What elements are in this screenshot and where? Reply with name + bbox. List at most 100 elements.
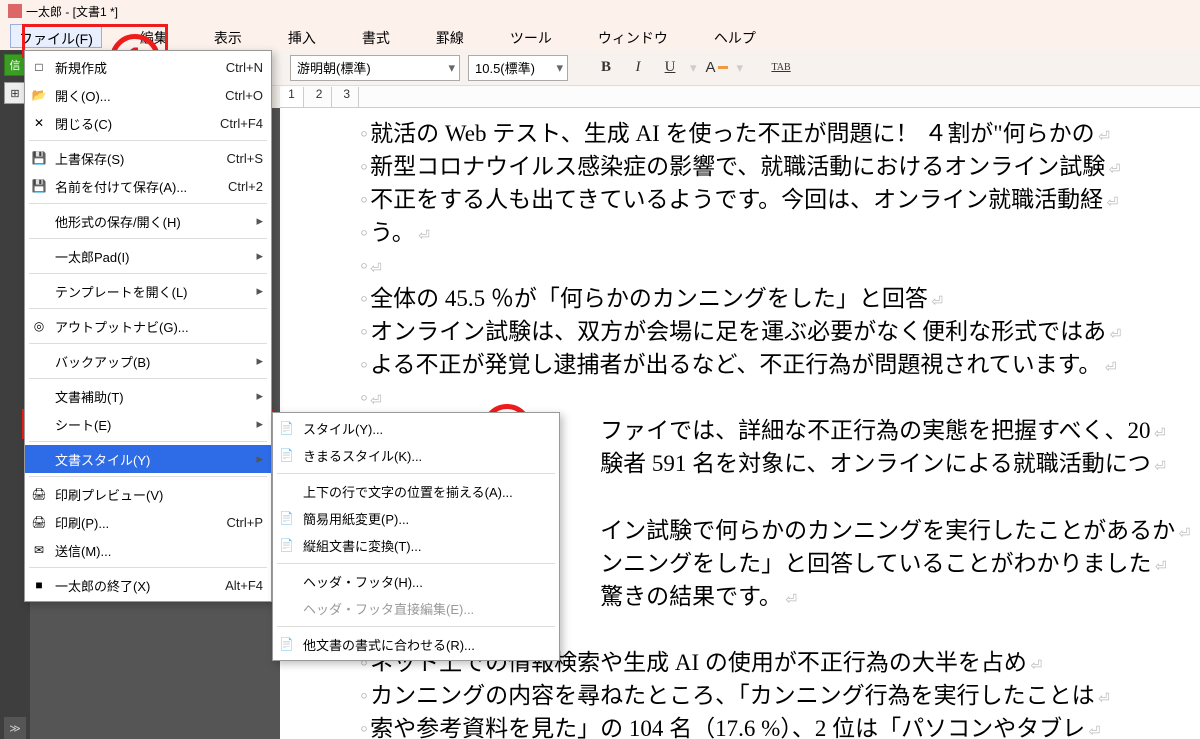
rail-insert-icon[interactable]: 信 [4, 54, 26, 76]
document-line: よる不正が発覚し逮捕者が出るなど、不正行為が問題視されています。 ⏎ [360, 349, 1190, 380]
menu-item-label: シート(E) [55, 415, 111, 434]
fontsize-combo[interactable]: 10.5(標準) [468, 55, 568, 81]
menu-item-icon: ◎ [31, 318, 47, 334]
menu-item-label: スタイル(Y)... [303, 419, 383, 438]
file-menu-item[interactable]: ✕閉じる(C)Ctrl+F4 [25, 109, 271, 137]
menu-item-label: 縦組文書に変換(T)... [303, 536, 421, 555]
document-line: オンライン試験は、双方が会場に足を運ぶ必要がなく便利な形式ではあ ⏎ [360, 316, 1190, 347]
menu-item-shortcut: Ctrl+P [227, 515, 263, 530]
document-line: 不正をする人も出てきているようです。今回は、オンライン就職活動経 ⏎ [360, 184, 1190, 215]
menu-item-icon: 💾 [31, 178, 47, 194]
menu-item-icon: 📄 [279, 538, 295, 554]
file-menu-item[interactable]: 文書スタイル(Y) ▸ [25, 445, 271, 473]
submenu-item[interactable]: 📄 スタイル(Y)... [273, 415, 559, 442]
file-menu-item[interactable]: 📂開く(O)...Ctrl+O [25, 81, 271, 109]
sheet-tab-2[interactable]: 2 [308, 87, 332, 107]
file-menu-item[interactable]: 💾 名前を付けて保存(A)... Ctrl+2 [25, 172, 271, 200]
file-menu-item[interactable]: ◎ アウトプットナビ(G)... [25, 312, 271, 340]
menu-item-icon: 🖨 [31, 486, 47, 502]
menu-view[interactable]: 表示 [206, 24, 250, 48]
tab-button[interactable]: TAB [769, 56, 793, 80]
submenu-item[interactable]: 📄きまるスタイル(K)... [273, 442, 559, 469]
title-bar: 一太郎 - [文書1 *] [0, 0, 1200, 22]
bold-button[interactable]: B [594, 56, 618, 80]
rail-view-icon[interactable]: ⊞ [4, 82, 26, 104]
italic-button[interactable]: I [626, 56, 650, 80]
document-line: ⏎ [360, 250, 1190, 281]
menu-item-label: 新規作成 [55, 58, 107, 77]
file-menu-item[interactable]: バックアップ(B) ▸ [25, 347, 271, 375]
menu-item-icon: ✉ [31, 542, 47, 558]
document-line: 全体の 45.5 ％が「何らかのカンニングをした」と回答 ⏎ [360, 283, 1190, 314]
document-line: カンニングの内容を尋ねたところ、「カンニング行為を実行したことは ⏎ [360, 680, 1190, 711]
menu-item-icon: 📄 [279, 421, 295, 437]
submenu-item[interactable]: ヘッダ・フッタ(H)... [273, 568, 559, 595]
menu-item-label: ヘッダ・フッタ直接編集(E)... [303, 599, 474, 618]
submenu-item[interactable]: 📄 縦組文書に変換(T)... [273, 532, 559, 559]
file-menu-item[interactable]: ✉ 送信(M)... [25, 536, 271, 564]
file-menu-item[interactable]: 文書補助(T) ▸ [25, 382, 271, 410]
file-menu-item[interactable]: 🖨 印刷(P)... Ctrl+P [25, 508, 271, 536]
submenu-arrow-icon: ▸ [256, 353, 263, 369]
window-title: 一太郎 - [文書1 *] [26, 3, 118, 20]
menu-item-label: 開く(O)... [55, 86, 111, 105]
menu-insert[interactable]: 挿入 [280, 24, 324, 48]
file-menu-item[interactable]: テンプレートを開く(L)▸ [25, 277, 271, 305]
submenu-item: ヘッダ・フッタ直接編集(E)... [273, 595, 559, 622]
submenu-arrow-icon: ▸ [256, 213, 263, 229]
menu-item-label: アウトプットナビ(G)... [55, 317, 189, 336]
menu-item-icon: 🖨 [31, 514, 47, 530]
sheet-tab-1[interactable]: 1 [280, 87, 304, 107]
menu-item-icon: 📄 [279, 637, 295, 653]
submenu-item[interactable]: 上下の行で文字の位置を揃える(A)... [273, 478, 559, 505]
menu-window[interactable]: ウィンドウ [590, 24, 676, 48]
menu-item-label: 一太郎Pad(I) [55, 247, 129, 266]
menu-item-label: 送信(M)... [55, 541, 111, 560]
file-menu-item[interactable]: □新規作成Ctrl+N [25, 53, 271, 81]
menu-item-label: テンプレートを開く(L) [55, 282, 188, 301]
menu-item-shortcut: Ctrl+2 [228, 179, 263, 194]
submenu-item[interactable]: 📄簡易用紙変更(P)... [273, 505, 559, 532]
menu-item-label: 印刷プレビュー(V) [55, 485, 163, 504]
menu-item-label: 閉じる(C) [55, 114, 112, 133]
document-style-submenu: 📄 スタイル(Y)... 📄きまるスタイル(K)... 上下の行で文字の位置を揃える(… [272, 412, 560, 661]
font-combo[interactable]: 游明朝(標準) [290, 55, 460, 81]
menu-item-icon: 📄 [279, 511, 295, 527]
file-menu-item[interactable]: 他形式の保存/開く(H) ▸ [25, 207, 271, 235]
sheet-tab-3[interactable]: 3 [335, 87, 359, 107]
submenu-arrow-icon: ▸ [256, 451, 263, 467]
app-icon [8, 4, 22, 18]
rail-expand-icon[interactable]: ≫ [4, 717, 26, 739]
underline-button[interactable]: U [658, 56, 682, 80]
menu-item-label: 印刷(P)... [55, 513, 109, 532]
menu-item-label: ヘッダ・フッタ(H)... [303, 572, 423, 591]
submenu-arrow-icon: ▸ [256, 248, 263, 264]
menu-item-label: バックアップ(B) [55, 352, 150, 371]
file-menu-item[interactable]: 🖨 印刷プレビュー(V) [25, 480, 271, 508]
file-menu-item[interactable]: 一太郎Pad(I) ▸ [25, 242, 271, 270]
document-line: う。 ⏎ [360, 217, 1190, 248]
menu-item-label: 他形式の保存/開く(H) [55, 212, 181, 231]
font-color-button[interactable]: A [705, 56, 729, 80]
submenu-arrow-icon: ▸ [256, 388, 263, 404]
menu-item-label: 名前を付けて保存(A)... [55, 177, 187, 196]
submenu-item[interactable]: 📄 他文書の書式に合わせる(R)... [273, 631, 559, 658]
file-menu-item[interactable]: ■一太郎の終了(X)Alt+F4 [25, 571, 271, 599]
menu-edit[interactable]: 編集 [132, 24, 176, 48]
menu-tools[interactable]: ツール [502, 24, 560, 48]
menu-border[interactable]: 罫線 [428, 24, 472, 48]
document-line: 索や参考資料を見た」の 104 名（17.6 %）、2 位は「パソコンやタブレ … [360, 713, 1190, 739]
file-menu-item[interactable]: 💾上書保存(S)Ctrl+S [25, 144, 271, 172]
menu-item-label: 上下の行で文字の位置を揃える(A)... [303, 482, 513, 501]
menu-format[interactable]: 書式 [354, 24, 398, 48]
document-line: ⏎ [360, 382, 1190, 413]
menu-item-label: 他文書の書式に合わせる(R)... [303, 635, 475, 654]
menu-item-label: 文書補助(T) [55, 387, 124, 406]
menu-help[interactable]: ヘルプ [706, 24, 764, 48]
menu-item-label: 文書スタイル(Y) [55, 450, 150, 469]
menu-file[interactable]: ファイル(F) [10, 24, 102, 48]
menu-item-icon: ■ [31, 577, 47, 593]
document-line: 就活の Web テスト、生成 AI を使った不正が問題に！ ４割が"何らかの ⏎ [360, 118, 1190, 149]
menu-item-icon: 📂 [31, 87, 47, 103]
file-menu-item[interactable]: シート(E)▸ [25, 410, 271, 438]
